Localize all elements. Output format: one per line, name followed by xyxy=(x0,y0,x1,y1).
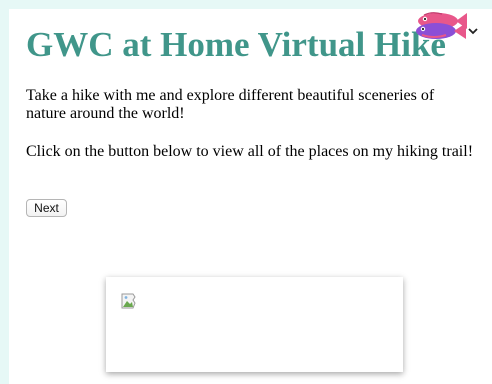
page-container: GWC at Home Virtual Hike Take a hike wit… xyxy=(9,9,492,384)
next-button[interactable]: Next xyxy=(26,199,67,217)
broken-image-icon xyxy=(121,293,136,309)
instruction-text: Click on the button below to view all of… xyxy=(26,143,474,160)
fish-icon xyxy=(416,12,467,39)
chevron-down-icon[interactable] xyxy=(468,27,478,35)
image-card xyxy=(106,277,403,372)
intro-text: Take a hike with me and explore differen… xyxy=(26,87,435,122)
page-title: GWC at Home Virtual Hike xyxy=(26,25,446,64)
